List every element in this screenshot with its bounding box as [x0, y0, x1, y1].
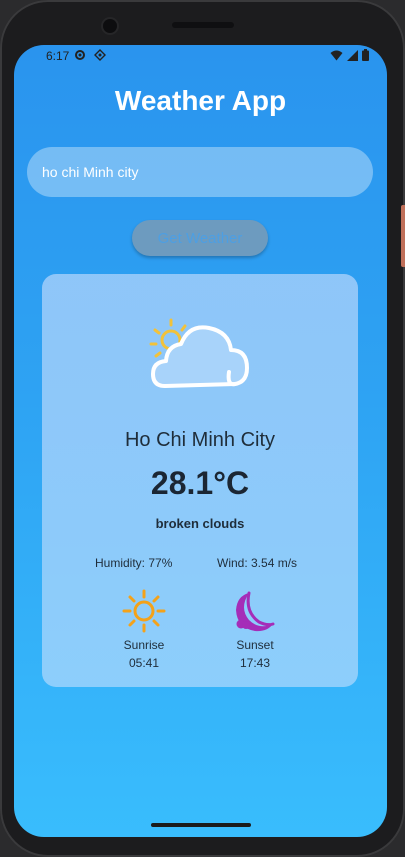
status-bar: 6:17 [14, 45, 387, 67]
sunrise-time: 05:41 [128, 656, 160, 670]
sun-icon [122, 589, 166, 633]
weather-card: Ho Chi Minh City 28.1°C broken clouds Hu… [42, 274, 358, 687]
moon-icon [236, 591, 275, 632]
data-saver-icon [94, 49, 106, 64]
earpiece-speaker [172, 22, 234, 28]
get-weather-button[interactable]: Get Weather [132, 220, 268, 256]
app-title: Weather App [114, 85, 287, 116]
weather-condition: broken clouds [155, 516, 245, 531]
partly-cloudy-icon [149, 318, 249, 388]
wind-readout: Wind: 3.54 m/s [217, 556, 298, 570]
app-screen: 6:17 Weather App Get Weather [14, 45, 387, 837]
city-name: Ho Chi Minh City [124, 429, 276, 451]
sunset-time: 17:43 [239, 656, 271, 670]
power-button [401, 205, 405, 267]
humidity-readout: Humidity: 77% [95, 556, 173, 570]
sunset-label: Sunset [236, 638, 274, 652]
settings-icon [74, 49, 86, 64]
front-camera [103, 19, 117, 33]
sunrise-label: Sunrise [123, 638, 165, 652]
city-search-input[interactable] [27, 147, 373, 197]
status-time: 6:17 [46, 49, 70, 63]
temperature: 28.1°C [150, 465, 250, 501]
battery-icon [362, 49, 369, 64]
phone-frame: 6:17 Weather App Get Weather [0, 0, 405, 857]
home-indicator[interactable] [151, 823, 251, 827]
wifi-icon [330, 50, 343, 64]
signal-icon [347, 49, 358, 64]
